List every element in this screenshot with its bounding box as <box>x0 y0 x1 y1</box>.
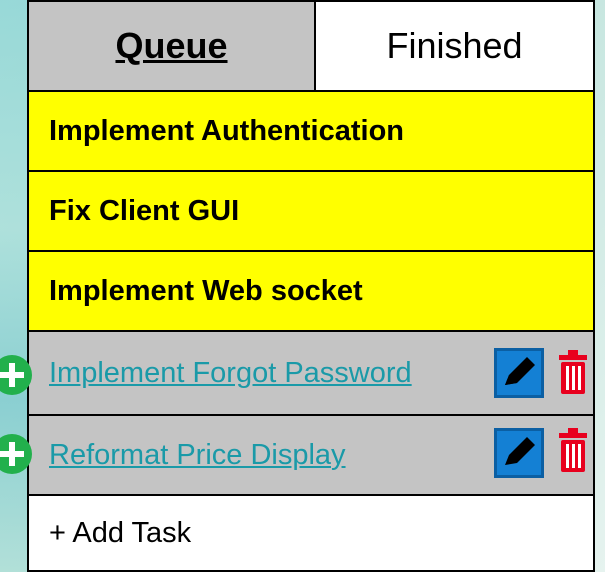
edit-icon[interactable] <box>494 428 544 478</box>
add-task-button[interactable]: + Add Task <box>29 517 191 550</box>
task-link[interactable]: Implement Forgot Password <box>29 357 489 390</box>
task-panel: Queue Finished Implement Authentication … <box>27 0 595 572</box>
task-link[interactable]: Reformat Price Display <box>29 439 489 472</box>
task-row[interactable]: Implement Authentication <box>29 92 593 172</box>
edit-icon[interactable] <box>494 348 544 398</box>
task-title: Implement Web socket <box>49 274 363 307</box>
task-row[interactable]: Fix Client GUI <box>29 172 593 252</box>
trash-icon[interactable] <box>558 428 588 472</box>
tab-finished[interactable]: Finished <box>316 2 593 92</box>
task-row[interactable]: Implement Web socket <box>29 252 593 332</box>
trash-icon[interactable] <box>558 350 588 394</box>
add-task-row[interactable]: + Add Task <box>29 496 593 570</box>
trash-icon-glyph <box>559 428 587 472</box>
tab-bar: Queue Finished <box>29 2 593 92</box>
trash-icon-glyph <box>559 350 587 394</box>
task-title: Fix Client GUI <box>49 194 240 227</box>
edit-icon-glyph <box>505 357 535 385</box>
background-decoration <box>0 0 30 572</box>
task-title: Implement Authentication <box>49 114 404 147</box>
edit-icon-glyph <box>505 437 535 465</box>
tab-queue[interactable]: Queue <box>29 2 316 92</box>
